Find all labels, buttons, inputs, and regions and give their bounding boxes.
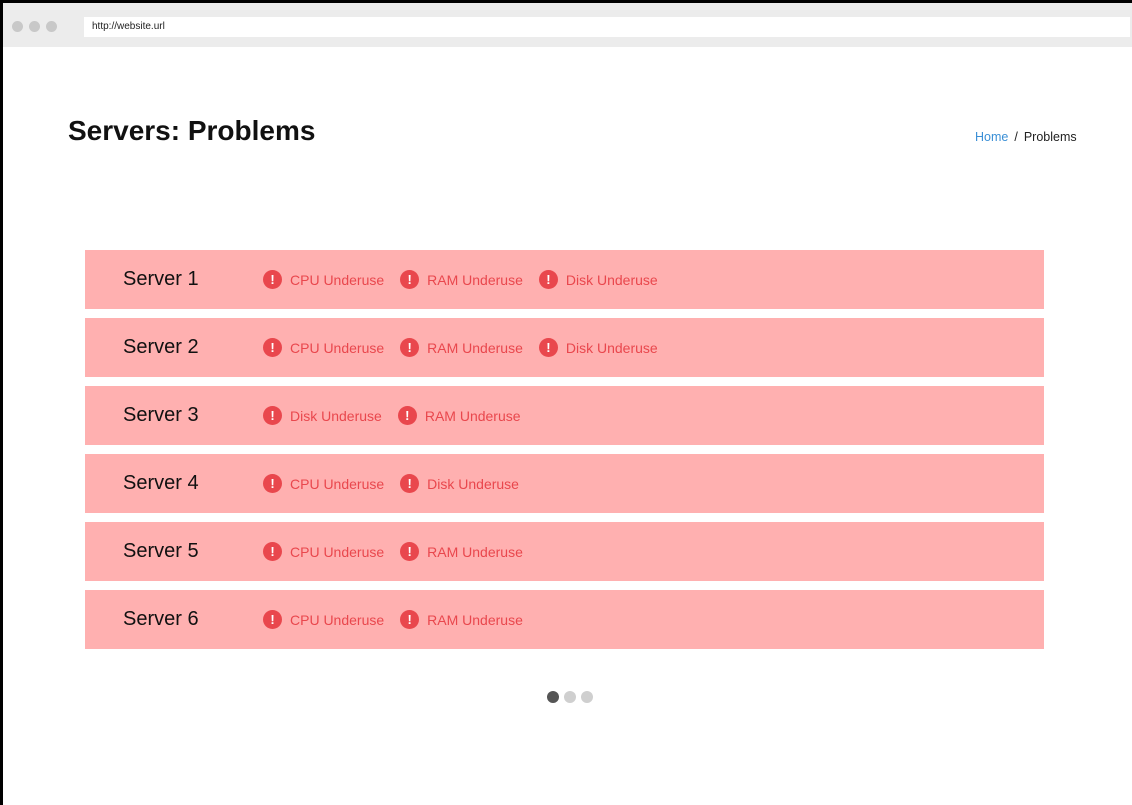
alert-icon: ! (263, 270, 282, 289)
server-row[interactable]: Server 5! CPU Underuse! RAM Underuse (85, 522, 1044, 581)
issue-label: RAM Underuse (427, 543, 523, 560)
issue-item: ! Disk Underuse (538, 270, 658, 289)
issue-item: ! Disk Underuse (400, 474, 519, 493)
server-row[interactable]: Server 3! Disk Underuse! RAM Underuse (85, 386, 1044, 445)
issue-label: Disk Underuse (565, 339, 658, 356)
issue-label: CPU Underuse (290, 475, 385, 492)
server-name: Server 4 (123, 472, 199, 494)
alert-icon: ! (400, 338, 420, 357)
breadcrumb-separator: / (1014, 130, 1018, 144)
alert-icon: ! (397, 406, 417, 425)
issue-item: ! CPU Underuse (263, 270, 384, 289)
issue-label: RAM Underuse (427, 339, 523, 356)
issue-item: ! RAM Underuse (397, 406, 521, 425)
issue-item: ! RAM Underuse (400, 270, 523, 289)
issue-list: ! CPU Underuse! Disk Underuse (263, 454, 535, 513)
alert-icon: ! (263, 338, 282, 357)
page-dot-2[interactable] (564, 691, 576, 703)
issue-item: ! CPU Underuse (263, 610, 384, 629)
window-minimize-dot[interactable] (29, 21, 40, 32)
alert-icon: ! (263, 542, 282, 561)
issue-label: Disk Underuse (290, 407, 382, 424)
issue-label: Disk Underuse (565, 271, 658, 288)
server-row[interactable]: Server 4! CPU Underuse! Disk Underuse (85, 454, 1044, 513)
server-name: Server 6 (123, 608, 199, 630)
breadcrumb-home-link[interactable]: Home (975, 130, 1008, 144)
server-name: Server 1 (123, 268, 199, 290)
pagination-dots (547, 691, 593, 703)
breadcrumb-current: Problems (1023, 130, 1077, 144)
browser-window: http://website.url Servers: Problems Hom… (0, 0, 1132, 805)
alert-icon: ! (538, 338, 558, 357)
server-list: Server 1! CPU Underuse! RAM Underuse! Disk … (85, 250, 1044, 658)
page-dot-1[interactable] (547, 691, 559, 703)
issue-list: ! CPU Underuse! RAM Underuse! Disk Underuse (263, 318, 674, 377)
server-row[interactable]: Server 2! CPU Underuse! RAM Underuse! Disk … (85, 318, 1044, 377)
window-close-dot[interactable] (12, 21, 23, 32)
issue-item: ! RAM Underuse (400, 338, 523, 357)
issue-item: ! CPU Underuse (263, 338, 384, 357)
server-row[interactable]: Server 1! CPU Underuse! RAM Underuse! Disk … (85, 250, 1044, 309)
issue-label: CPU Underuse (290, 339, 385, 356)
issue-label: RAM Underuse (427, 611, 523, 628)
issue-label: RAM Underuse (427, 271, 523, 288)
issue-label: Disk Underuse (427, 475, 519, 492)
alert-icon: ! (263, 406, 282, 425)
page-title: Servers: Problems (68, 115, 316, 146)
issue-item: ! Disk Underuse (263, 406, 382, 425)
breadcrumb: Home / Problems (975, 130, 1077, 144)
issue-list: ! CPU Underuse! RAM Underuse (263, 590, 539, 649)
server-row[interactable]: Server 6! CPU Underuse! RAM Underuse (85, 590, 1044, 649)
alert-icon: ! (538, 270, 558, 289)
alert-icon: ! (400, 270, 420, 289)
server-name: Server 3 (123, 404, 199, 426)
window-controls (12, 21, 57, 32)
alert-icon: ! (400, 610, 420, 629)
server-name: Server 5 (123, 540, 199, 562)
issue-item: ! CPU Underuse (263, 542, 384, 561)
issue-label: CPU Underuse (290, 271, 385, 288)
issue-label: RAM Underuse (424, 407, 521, 424)
server-name: Server 2 (123, 336, 199, 358)
alert-icon: ! (400, 474, 420, 493)
page-dot-3[interactable] (581, 691, 593, 703)
address-bar[interactable]: http://website.url (84, 17, 1130, 37)
alert-icon: ! (400, 542, 420, 561)
alert-icon: ! (263, 610, 282, 629)
window-maximize-dot[interactable] (46, 21, 57, 32)
issue-label: CPU Underuse (290, 611, 385, 628)
issue-list: ! CPU Underuse! RAM Underuse! Disk Underuse (263, 250, 674, 309)
alert-icon: ! (263, 474, 282, 493)
issue-list: ! CPU Underuse! RAM Underuse (263, 522, 539, 581)
issue-item: ! RAM Underuse (400, 610, 523, 629)
issue-item: ! CPU Underuse (263, 474, 384, 493)
issue-item: ! RAM Underuse (400, 542, 523, 561)
browser-toolbar: http://website.url (3, 3, 1132, 47)
issue-item: ! Disk Underuse (538, 338, 658, 357)
issue-list: ! Disk Underuse! RAM Underuse (263, 386, 537, 445)
issue-label: CPU Underuse (290, 543, 385, 560)
